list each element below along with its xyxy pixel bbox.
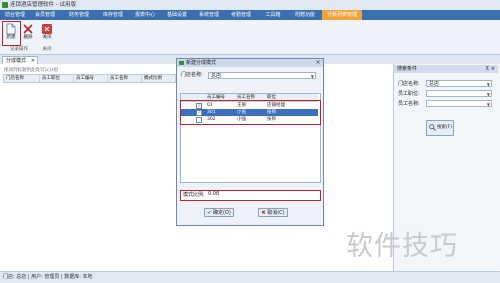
chevron-down-icon: ▼ <box>486 92 490 97</box>
menu-item-basic-settings[interactable]: 基础设置 <box>164 10 190 20</box>
dialog-store-label: 门店名称: <box>181 72 203 78</box>
app-icon <box>2 2 8 8</box>
group-by-hint: 拖动列标题到此处可以分组 <box>4 68 58 73</box>
menu-item-extras[interactable]: 附赠功能 <box>292 10 318 20</box>
dialog-app-icon <box>179 61 184 65</box>
close-button-label: 关闭 <box>42 35 52 40</box>
pin-icon[interactable]: ⊼ × <box>486 65 495 73</box>
store-select[interactable]: 总店 ▼ <box>426 80 492 87</box>
window-title: 连锁酒店管理软件 - 试用版 <box>10 2 76 8</box>
search-button-label: 搜索(F) <box>437 125 453 130</box>
menu-item-tools[interactable]: 工具箱 <box>260 10 286 20</box>
name-label: 员工名称: <box>398 101 420 107</box>
ribbon-group-records-label: 记录操作 <box>10 47 28 52</box>
column-header[interactable]: 模式比例 <box>142 75 176 82</box>
column-header[interactable]: 员工编号 <box>74 75 108 82</box>
dialog-title: 新建分成模式 <box>177 59 323 67</box>
menu-item-inventory[interactable]: 库存管理 <box>100 10 126 20</box>
position-select[interactable]: ▼ <box>426 90 492 97</box>
delete-button-label: 删除 <box>23 35 33 40</box>
menu-item-reports[interactable]: 报表中心 <box>132 10 158 20</box>
row-position: 技师 <box>267 117 276 122</box>
row-name: 小张 <box>237 110 246 115</box>
row-position: 店铺经理 <box>267 103 285 108</box>
ribbon-group-close-label: 关闭 <box>42 47 52 52</box>
position-label: 员工职位: <box>398 91 420 97</box>
document-icon <box>5 23 17 35</box>
status-text: 门店: 总店 | 用户: 管理员 | 数据库: 本地 <box>3 274 93 280</box>
menu-item-member[interactable]: 会员管理 <box>32 10 58 20</box>
chevron-down-icon: ▼ <box>486 102 490 107</box>
ok-button[interactable]: ✔ 确定(O) <box>204 208 234 217</box>
window-titlebar: 连锁酒店管理软件 - 试用版 <box>0 0 500 10</box>
row-code: 302 <box>207 117 216 122</box>
tab-split-mode[interactable]: 分成模式 × <box>2 56 38 64</box>
dialog-store-value: 总店 <box>211 73 222 79</box>
store-label: 门店名称: <box>398 81 420 87</box>
search-panel-title: 搜索条件 ⊼ × <box>394 65 498 73</box>
menu-bar: 前台管理 会员管理 财务管理 库存管理 报表中心 基础设置 系统管理 考勤管理 … <box>0 10 500 20</box>
store-select-value: 总店 <box>429 81 440 87</box>
cancel-button-label: 取消(C) <box>267 210 285 216</box>
row-position: 技师 <box>267 110 276 115</box>
ok-button-label: 确定(O) <box>212 210 231 216</box>
column-header[interactable]: 门店名称 <box>4 75 40 82</box>
check-icon: ✔ <box>207 210 212 216</box>
search-panel-title-text: 搜索条件 <box>397 66 418 72</box>
status-bar: 门店: 总店 | 用户: 管理员 | 数据库: 本地 <box>0 271 500 283</box>
search-icon <box>429 124 436 131</box>
new-button-label: 新建 <box>6 35 16 40</box>
row-code: 01 <box>207 103 213 108</box>
dialog-store-select[interactable]: 总店 ▼ <box>208 72 316 79</box>
cancel-button[interactable]: ✖ 取消(C) <box>258 208 288 217</box>
menu-item-finance[interactable]: 财务管理 <box>66 10 92 20</box>
menu-item-split-list[interactable]: 分账列表管理 <box>322 10 362 20</box>
cancel-x-icon: ✖ <box>261 210 266 216</box>
table-row[interactable]: ✓ 01 王丽 店铺经理 <box>181 102 318 109</box>
table-row-selected[interactable]: ✓ 301 小张 技师 <box>181 109 318 116</box>
name-select[interactable]: ▼ <box>426 100 492 107</box>
table-row[interactable]: 302 小强 技师 <box>181 116 318 123</box>
delete-x-icon <box>22 23 34 35</box>
chevron-down-icon: ▼ <box>310 74 314 79</box>
menu-item-system[interactable]: 系统管理 <box>196 10 222 20</box>
chevron-down-icon: ▼ <box>486 82 490 87</box>
column-header[interactable]: 员工名称 <box>108 75 142 82</box>
row-name: 小强 <box>237 117 246 122</box>
ribbon <box>0 20 500 55</box>
ratio-input[interactable]: 0.08 <box>208 191 316 198</box>
search-button[interactable]: 搜索(F) <box>426 120 454 136</box>
menu-item-front-desk[interactable]: 前台管理 <box>2 10 28 20</box>
close-button[interactable]: 关闭 <box>39 22 55 44</box>
dialog-close-icon[interactable]: × <box>314 59 322 67</box>
menu-item-attendance[interactable]: 考勤管理 <box>228 10 254 20</box>
column-header[interactable]: 员工职位 <box>40 75 74 82</box>
watermark: 软件技巧 <box>346 231 458 262</box>
delete-button[interactable]: 删除 <box>20 22 36 44</box>
main-grid-header: 门店名称 员工职位 员工编号 员工名称 模式比例 <box>3 74 177 83</box>
new-button[interactable]: 新建 <box>3 22 19 44</box>
row-name: 王丽 <box>237 103 246 108</box>
ratio-label: 模式比例: <box>183 192 205 198</box>
row-code: 301 <box>207 110 216 115</box>
close-icon <box>41 23 53 35</box>
row-checkbox[interactable] <box>196 117 202 123</box>
